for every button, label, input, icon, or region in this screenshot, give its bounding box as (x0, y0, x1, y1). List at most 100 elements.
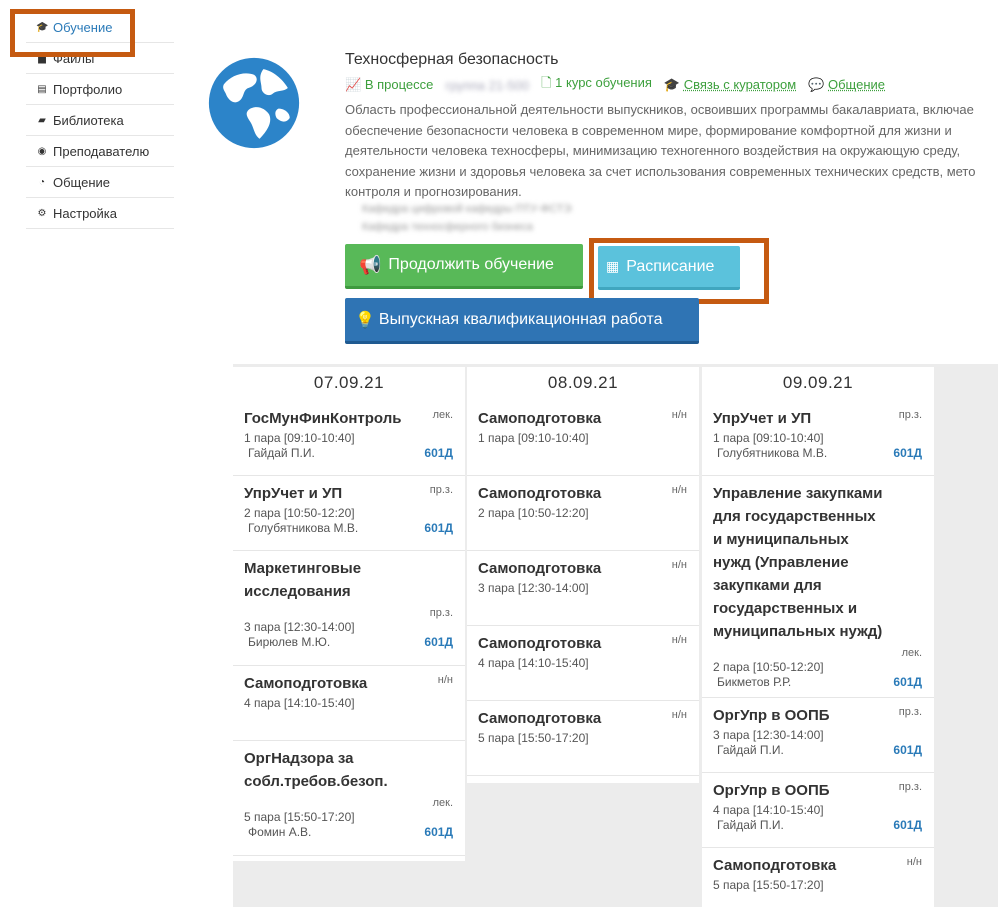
description-line: деятельности человека техносферы, миними… (345, 143, 961, 158)
status: 📈 В процессе (345, 77, 433, 93)
lesson-type: пр.з. (898, 706, 922, 718)
lesson-time: 1 пара [09:10-10:40] (713, 431, 824, 445)
lesson-card[interactable]: Самоподготовка н/н 2 пара [10:50-12:20] (467, 476, 699, 551)
blurred-link-2[interactable]: Кафедра техносферного бизнеса (362, 218, 571, 236)
lesson-card[interactable]: ОргНадзора за собл.требов.безоп. лек. 5 па… (233, 741, 465, 856)
schedule-button[interactable]: ▦ Расписание (598, 246, 740, 290)
chat-icon: ◔ (38, 176, 46, 188)
lesson-room[interactable]: 601Д (893, 818, 922, 832)
lesson-time: 1 пара [09:10-10:40] (244, 431, 355, 445)
lesson-teacher: Бикметов Р.Р. (717, 675, 792, 689)
lesson-time: 5 пара [15:50-17:20] (244, 810, 355, 824)
schedule-day-column: 08.09.21 Самоподготовка н/н 1 пара [09:10-1… (467, 367, 699, 783)
sidebar-item-6[interactable]: ⚙ Настройка (26, 198, 174, 229)
lesson-room[interactable]: 601Д (424, 635, 453, 649)
lesson-subject: Самоподготовка (478, 410, 602, 427)
lesson-type: н/н (671, 409, 687, 421)
year-label: 1 курс обучения (555, 75, 652, 90)
lesson-subject: УпрУчет и УП (244, 485, 343, 502)
lesson-time: 5 пара [15:50-17:20] (478, 731, 589, 745)
lesson-room[interactable]: 601Д (893, 743, 922, 757)
chat-link-label[interactable]: Общение (828, 77, 885, 92)
lesson-time: 3 пара [12:30-14:00] (478, 581, 589, 595)
trend-chart-icon: 📈 (345, 77, 362, 92)
curator-link[interactable]: 🎓 Связь с куратором (664, 77, 796, 93)
highlight-box-education (10, 9, 135, 57)
blurred-link-1[interactable]: Кафедра цифровой кафедры ПТУ-ФСТЭ (362, 200, 571, 218)
curator-link-label[interactable]: Связь с куратором (684, 77, 796, 92)
lesson-card[interactable]: Самоподготовка н/н 5 пара [15:50-17:20] (467, 701, 699, 776)
sidebar-item-2[interactable]: ▤ Портфолио (26, 74, 174, 105)
continue-learning-label: Продолжить обучение (388, 256, 554, 273)
lesson-teacher-row: Бирюлев М.Ю. 601Д (244, 635, 453, 649)
lesson-subject: ГосМунФинКонтроль (244, 410, 402, 427)
document-icon: 🗋 (541, 75, 552, 90)
description-line: Область профессиональной деятельности вы… (345, 102, 974, 117)
sidebar-item-label: Портфолио (53, 81, 123, 97)
sidebar-item-5[interactable]: ◔ Общение (26, 167, 174, 198)
lesson-card[interactable]: ОргУпр в ООПБ пр.з. 4 пара [14:10-15:40] Га… (702, 773, 934, 848)
lesson-card[interactable]: Самоподготовка н/н 5 пара [15:50-17:20] (702, 848, 934, 907)
sidebar-item-label: Общение (53, 174, 111, 190)
lesson-teacher: Голубятникова М.В. (717, 446, 828, 460)
lesson-type: н/н (671, 709, 687, 721)
lesson-card[interactable]: ГосМунФинКонтроль лек. 1 пара [09:10-10:40… (233, 401, 465, 476)
course-meta: 📈 В процессе группа 21-500 🗋 1 курс обуч… (345, 74, 885, 96)
lesson-type: н/н (671, 559, 687, 571)
lesson-type: пр.з. (898, 781, 922, 793)
lesson-teacher: Бирюлев М.Ю. (248, 635, 331, 649)
blurred-links: Кафедра цифровой кафедры ПТУ-ФСТЭ Кафедр… (362, 200, 571, 236)
lesson-room[interactable]: 601Д (893, 675, 922, 689)
lesson-room[interactable]: 601Д (893, 446, 922, 460)
lesson-room[interactable]: 601Д (424, 446, 453, 460)
lesson-card[interactable]: УпрУчет и УП пр.з. 1 пара [09:10-10:40] Гол… (702, 401, 934, 476)
lesson-card[interactable]: Самоподготовка н/н 1 пара [09:10-10:40] (467, 401, 699, 476)
lesson-card[interactable]: Самоподготовка н/н 4 пара [14:10-15:40] (467, 626, 699, 701)
lesson-time: 5 пара [15:50-17:20] (713, 878, 824, 892)
day-date: 08.09.21 (547, 373, 619, 392)
lesson-type: н/н (671, 634, 687, 646)
lesson-teacher-row: Гайдай П.И. 601Д (713, 743, 922, 757)
sidebar-item-4[interactable]: ◉ Преподавателю (26, 136, 174, 167)
lesson-subject: Маркетинговые исследования (244, 560, 362, 600)
lesson-time: 1 пара [09:10-10:40] (478, 431, 589, 445)
lesson-card[interactable]: Маркетинговые исследования пр.з. 3 пара [1… (233, 551, 465, 666)
thesis-button[interactable]: 💡 Выпускная квалификационная работа (345, 298, 699, 344)
lesson-card[interactable]: Самоподготовка н/н 3 пара [12:30-14:00] (467, 551, 699, 626)
megaphone-icon: 📢 (359, 254, 382, 275)
lesson-type: н/н (671, 484, 687, 496)
continue-learning-button[interactable]: 📢 Продолжить обучение (345, 244, 583, 289)
chat-icon: 💬 (808, 77, 825, 92)
status-label: В процессе (364, 77, 434, 92)
lesson-teacher: Фомин А.В. (248, 825, 312, 839)
lesson-card[interactable]: Управление закупками для государственных… (702, 476, 934, 698)
lightbulb-icon: 💡 (355, 311, 375, 329)
lesson-subject: Управление закупками для государственных… (713, 485, 883, 640)
lesson-teacher: Гайдай П.И. (717, 818, 784, 832)
description-line: сохранение жизни и здоровья человека за … (345, 163, 976, 179)
schedule-day-column: 09.09.21 УпрУчет и УП пр.з. 1 пара [09:10-1… (702, 367, 934, 907)
lesson-time: 2 пара [10:50-12:20] (713, 660, 824, 674)
calendar-icon: ▦ (606, 258, 620, 274)
lesson-teacher-row: Фомин А.В. 601Д (244, 825, 453, 839)
lesson-type: пр.з. (429, 484, 453, 496)
sidebar-item-3[interactable]: ▰ Библиотека (26, 105, 174, 136)
lesson-type: пр.з. (898, 409, 922, 421)
portfolio-icon: ▤ (37, 83, 47, 95)
lesson-card[interactable]: Самоподготовка н/н 4 пара [14:10-15:40] (233, 666, 465, 741)
lesson-teacher: Гайдай П.И. (717, 743, 784, 757)
lesson-subject: Самоподготовка (244, 675, 368, 692)
lesson-subject: ОргНадзора за собл.требов.безоп. (244, 750, 388, 790)
thesis-label: Выпускная квалификационная работа (378, 310, 663, 328)
lesson-card[interactable]: УпрУчет и УП пр.з. 2 пара [10:50-12:20] Гол… (233, 476, 465, 551)
lesson-subject: Самоподготовка (478, 635, 602, 652)
lesson-card[interactable]: ОргУпр в ООПБ пр.з. 3 пара [12:30-14:00] Га… (702, 698, 934, 773)
chat-link[interactable]: 💬 Общение (808, 77, 885, 93)
lesson-subject: Самоподготовка (478, 485, 602, 502)
lesson-room[interactable]: 601Д (424, 825, 453, 839)
schedule-label: Расписание (626, 257, 715, 275)
course-title: Техносферная безопасность (345, 51, 559, 68)
lesson-room[interactable]: 601Д (424, 521, 453, 535)
group-label-blurred: группа 21-500 (445, 77, 530, 93)
gear-icon: ⚙ (37, 207, 47, 219)
